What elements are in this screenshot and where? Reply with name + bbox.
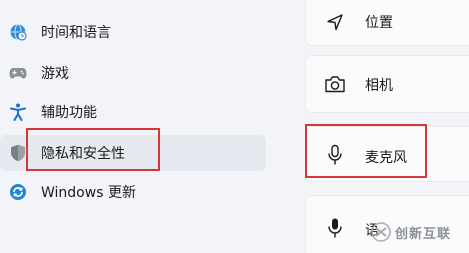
permission-item-location[interactable]: 位置 bbox=[305, 0, 469, 46]
shield-icon bbox=[8, 143, 28, 163]
microphone-icon bbox=[324, 217, 346, 239]
sidebar-item-privacy-security[interactable]: 隐私和安全性 bbox=[0, 135, 266, 171]
sidebar-item-windows-update[interactable]: Windows 更新 bbox=[0, 174, 266, 210]
watermark-logo-icon bbox=[371, 222, 391, 242]
watermark: 创新互联 bbox=[371, 218, 469, 246]
windows-update-icon bbox=[8, 182, 28, 202]
watermark-text: 创新互联 bbox=[395, 226, 452, 242]
permission-item-camera[interactable]: 相机 bbox=[305, 55, 469, 113]
permission-item-label: 相机 bbox=[365, 78, 393, 94]
sidebar-item-label: 隐私和安全性 bbox=[41, 146, 125, 162]
sidebar-item-accessibility[interactable]: 辅助功能 bbox=[0, 94, 266, 130]
sidebar-item-time-language[interactable]: 时间和语言 bbox=[0, 14, 266, 50]
permission-item-microphone[interactable]: 麦克风 bbox=[305, 126, 469, 182]
microphone-icon bbox=[324, 144, 346, 166]
globe-clock-icon bbox=[8, 22, 28, 42]
permission-item-label: 麦克风 bbox=[365, 150, 407, 166]
sidebar-item-label: 时间和语言 bbox=[41, 25, 111, 41]
location-arrow-icon bbox=[324, 11, 346, 33]
sidebar-item-label: 辅助功能 bbox=[41, 105, 97, 121]
settings-sidebar: 时间和语言 游戏 辅助功能 隐私和安全性 Windows 更新 bbox=[0, 0, 285, 253]
privacy-content-panel: 位置 相机 麦克风 语 bbox=[305, 0, 469, 253]
sidebar-item-gaming[interactable]: 游戏 bbox=[0, 55, 266, 91]
camera-icon bbox=[324, 73, 346, 95]
accessibility-icon bbox=[8, 102, 28, 122]
permission-item-label: 位置 bbox=[365, 15, 393, 31]
gamepad-icon bbox=[8, 63, 28, 83]
sidebar-item-label: Windows 更新 bbox=[41, 185, 136, 201]
sidebar-item-label: 游戏 bbox=[41, 66, 69, 82]
